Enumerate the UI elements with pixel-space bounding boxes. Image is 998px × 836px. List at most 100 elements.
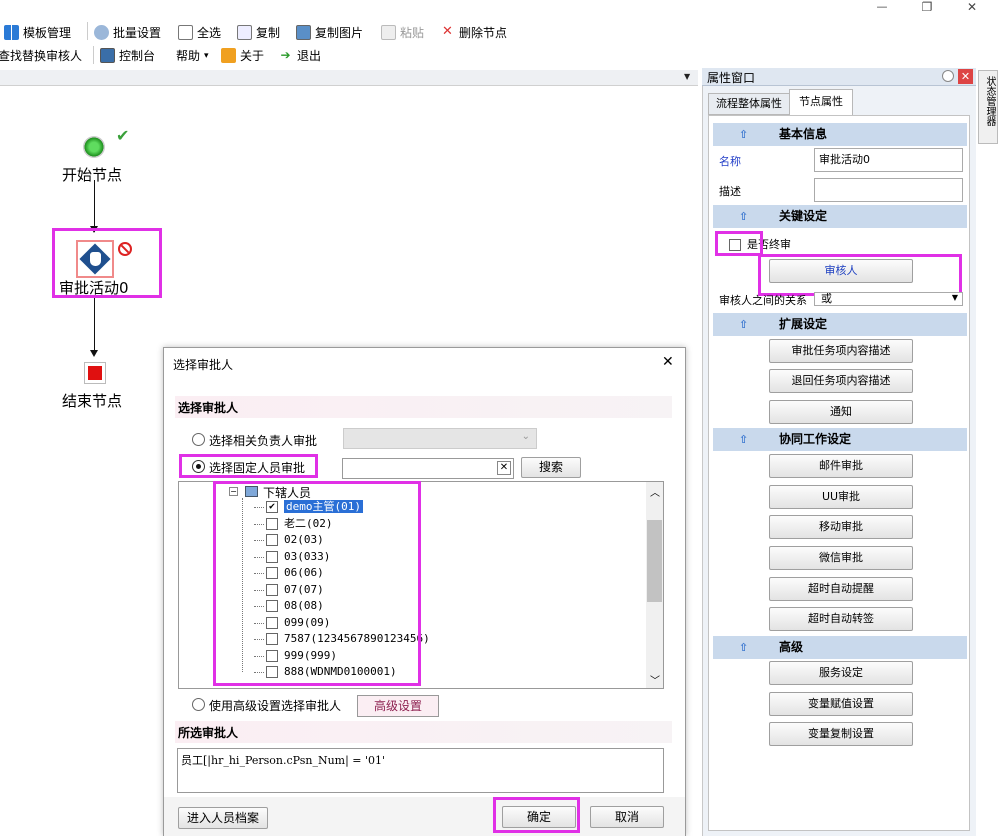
copy-item[interactable]: 复制	[237, 24, 280, 41]
archive-button[interactable]: 进入人员档案	[178, 807, 268, 829]
flow-connector	[94, 296, 95, 351]
copy-image-item[interactable]: 复制图片	[296, 24, 363, 41]
side-tab-label: 状态管理器	[984, 76, 995, 126]
notify-button[interactable]: 通知	[769, 400, 913, 424]
canvas-dropdown-icon[interactable]: ▼	[684, 72, 690, 81]
search-button[interactable]: 搜索	[521, 457, 581, 478]
collapse-up-icon: ⇧	[739, 210, 749, 223]
desc-label: 描述	[719, 185, 741, 198]
delete-node-item[interactable]: ✕ 删除节点	[440, 24, 507, 41]
relation-select[interactable]: 或 ▼	[814, 292, 963, 306]
cancel-button[interactable]: 取消	[590, 806, 664, 828]
relation-label: 审核人之间的关系	[719, 294, 807, 307]
close-button[interactable]: ✕	[960, 0, 984, 16]
advanced-settings-button[interactable]: 高级设置	[357, 695, 439, 717]
search-input[interactable]	[342, 458, 514, 479]
select-all-item[interactable]: 全选	[178, 24, 221, 41]
exit-icon: ➔	[280, 48, 291, 62]
name-field[interactable]: 审批活动0	[814, 148, 963, 172]
delete-icon: ✕	[442, 24, 453, 39]
uu-approval-button[interactable]: UU审批	[769, 485, 913, 509]
tab-flow-properties[interactable]: 流程整体属性	[708, 93, 790, 115]
paste-icon	[381, 25, 396, 40]
end-node-label: 结束节点	[62, 392, 123, 410]
approver-highlight	[758, 254, 962, 296]
properties-close-icon[interactable]: ✕	[958, 69, 973, 84]
console-label: 控制台	[119, 49, 156, 63]
dialog-heading-bar	[175, 396, 672, 418]
copy-label: 复制	[256, 26, 281, 40]
dialog-heading: 选择审批人	[178, 401, 239, 415]
collapse-up-icon: ⇧	[739, 641, 749, 654]
paste-item[interactable]: 粘贴	[381, 24, 424, 41]
collapse-up-icon: ⇧	[739, 128, 749, 141]
template-manage-label: 模板管理	[23, 26, 72, 40]
timeout-transfer-button[interactable]: 超时自动转签	[769, 607, 913, 631]
start-node-icon[interactable]	[83, 136, 105, 158]
desc-field[interactable]	[814, 178, 963, 202]
approval-node-label: 审批活动0	[59, 279, 129, 297]
minimize-button[interactable]: —	[870, 0, 894, 16]
section-collaboration[interactable]: ⇧ 协同工作设定	[713, 428, 967, 451]
dialog-title: 选择审批人	[173, 358, 234, 372]
about-label: 关于	[240, 49, 265, 63]
exit-label: 退出	[297, 49, 322, 63]
paste-label: 粘贴	[400, 26, 425, 40]
relation-value: 或	[821, 292, 832, 305]
radio-advanced-label: 使用高级设置选择审批人	[209, 699, 342, 713]
scroll-thumb[interactable]	[647, 520, 662, 602]
exit-item[interactable]: ➔ 退出	[278, 47, 321, 64]
pin-icon[interactable]	[942, 70, 954, 82]
select-all-label: 全选	[197, 26, 222, 40]
approval-task-desc-button[interactable]: 审批任务项内容描述	[769, 339, 913, 363]
radio-related-label: 选择相关负责人审批	[209, 434, 318, 448]
hand-icon	[90, 252, 101, 266]
variable-copy-button[interactable]: 变量复制设置	[769, 722, 913, 746]
variable-assign-button[interactable]: 变量赋值设置	[769, 692, 913, 716]
section-key-settings[interactable]: ⇧ 关键设定	[713, 205, 967, 228]
template-manage-item[interactable]: 模板管理	[4, 24, 71, 41]
find-replace-item[interactable]: 查找替换审核人	[0, 47, 82, 64]
flow-connector	[94, 180, 95, 232]
selected-heading-bar	[175, 721, 672, 743]
section-extended-settings[interactable]: ⇧ 扩展设定	[713, 313, 967, 336]
related-select[interactable]: ⌄	[343, 428, 537, 449]
delete-node-label: 删除节点	[459, 26, 508, 40]
checkmark-icon: ✔	[116, 126, 130, 145]
maximize-button[interactable]: ❐	[915, 0, 939, 16]
email-approval-button[interactable]: 邮件审批	[769, 454, 913, 478]
canvas-header-strip	[0, 70, 698, 86]
checklist-icon	[178, 25, 193, 40]
service-settings-button[interactable]: 服务设定	[769, 661, 913, 685]
wechat-approval-button[interactable]: 微信审批	[769, 546, 913, 570]
radio-advanced[interactable]	[192, 698, 205, 711]
radio-related[interactable]	[192, 433, 205, 446]
section-advanced[interactable]: ⇧ 高级	[713, 636, 967, 659]
radio-fixed[interactable]	[192, 460, 205, 473]
arrow-head-icon	[90, 350, 98, 357]
timeout-reminder-button[interactable]: 超时自动提醒	[769, 577, 913, 601]
section-basic-info[interactable]: ⇧ 基本信息	[713, 123, 967, 146]
copy-icon	[237, 25, 252, 40]
mobile-approval-button[interactable]: 移动审批	[769, 515, 913, 539]
copy-image-label: 复制图片	[315, 26, 364, 40]
batch-settings-item[interactable]: 批量设置	[94, 24, 161, 41]
scroll-up-icon[interactable]: ︿	[650, 484, 660, 499]
ok-button[interactable]: 确定	[502, 806, 576, 828]
return-task-desc-button[interactable]: 退回任务项内容描述	[769, 369, 913, 393]
forbidden-icon	[118, 242, 132, 256]
tab-node-properties[interactable]: 节点属性	[789, 89, 853, 115]
search-clear-icon[interactable]: ✕	[497, 461, 511, 475]
toolbar-separator	[87, 22, 88, 40]
help-menu[interactable]: 帮助 ▾	[176, 47, 209, 64]
chevron-down-icon: ▼	[951, 293, 958, 302]
dialog-close-icon[interactable]: ✕	[662, 354, 674, 370]
end-node-icon[interactable]	[84, 362, 106, 384]
chevron-down-icon: ▾	[204, 50, 209, 61]
about-item[interactable]: 关于	[221, 47, 264, 64]
approval-node-icon[interactable]	[76, 240, 114, 278]
scroll-down-icon[interactable]: ﹀	[650, 672, 660, 687]
properties-title: 属性窗口	[707, 71, 756, 85]
tree-highlight	[213, 481, 421, 686]
console-item[interactable]: 控制台	[100, 47, 155, 64]
